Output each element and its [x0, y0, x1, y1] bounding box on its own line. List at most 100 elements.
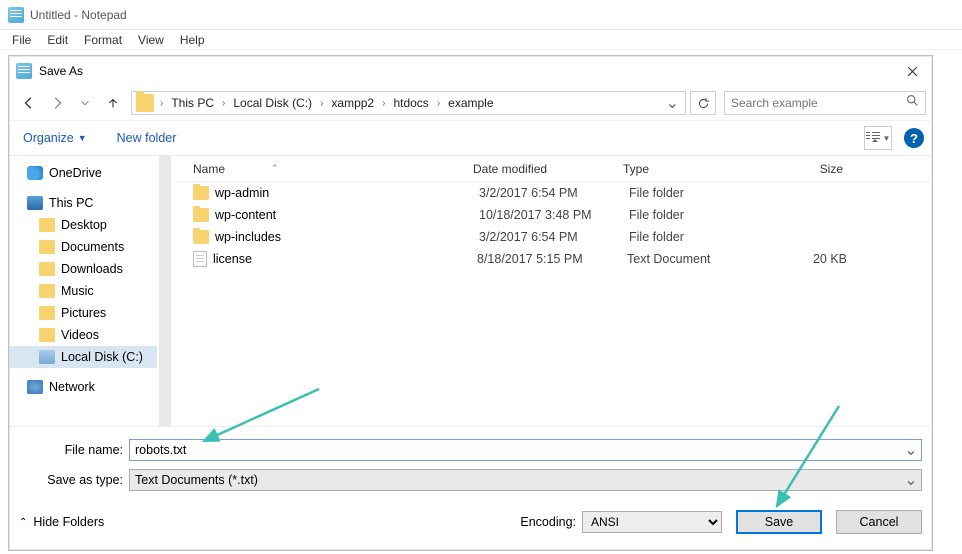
column-headers: Name⌃ Date modified Type Size	[173, 156, 932, 182]
col-name[interactable]: Name⌃	[173, 162, 473, 176]
close-button[interactable]	[892, 56, 932, 86]
file-row[interactable]: license8/18/2017 5:15 PMText Document20 …	[173, 248, 932, 270]
sort-asc-icon: ⌃	[271, 163, 279, 174]
file-name: wp-content	[215, 208, 479, 222]
sidebar-item-onedrive[interactable]: OneDrive	[9, 162, 157, 184]
file-date: 3/2/2017 6:54 PM	[479, 230, 629, 244]
breadcrumb-drive[interactable]: Local Disk (C:)	[227, 96, 318, 110]
notepad-icon	[8, 7, 24, 23]
savetype-field[interactable]: Text Documents (*.txt) ⌄	[129, 469, 922, 491]
tree-item-label: Documents	[61, 240, 124, 254]
file-type: File folder	[629, 186, 779, 200]
chevron-right-icon[interactable]: ›	[220, 98, 227, 109]
file-list: Name⌃ Date modified Type Size wp-admin3/…	[173, 156, 932, 426]
file-type: Text Document	[627, 252, 777, 266]
menu-format[interactable]: Format	[76, 31, 130, 49]
breadcrumb-example[interactable]: example	[442, 96, 499, 110]
encoding-select[interactable]: ANSI	[582, 511, 722, 533]
chevron-right-icon[interactable]: ›	[435, 98, 442, 109]
sidebar-item-network[interactable]: Network	[9, 376, 157, 398]
file-type: File folder	[629, 230, 779, 244]
savetype-label: Save as type:	[19, 473, 129, 487]
breadcrumb-htdocs[interactable]: htdocs	[387, 96, 434, 110]
file-name: license	[213, 252, 477, 266]
tree-item-icon	[27, 380, 43, 394]
file-name: wp-includes	[215, 230, 479, 244]
menu-file[interactable]: File	[4, 31, 39, 49]
dialog-icon	[16, 63, 32, 79]
chevron-right-icon[interactable]: ›	[380, 98, 387, 109]
chevron-right-icon[interactable]: ›	[158, 98, 165, 109]
nav-sidebar[interactable]: OneDrive This PC Desktop Documents Downloads…	[9, 156, 157, 426]
view-options-button[interactable]: ▼	[864, 126, 892, 150]
search-input[interactable]	[731, 96, 906, 110]
folder-icon	[136, 94, 154, 112]
chevron-down-icon: ▼	[883, 134, 891, 143]
filename-field-wrap[interactable]: ⌄	[129, 439, 922, 461]
filename-label: File name:	[19, 443, 129, 457]
notepad-title-bar: Untitled - Notepad	[0, 0, 962, 30]
notepad-menu-bar: File Edit Format View Help	[0, 30, 962, 50]
splitter[interactable]	[157, 156, 173, 426]
sidebar-item-documents[interactable]: Documents	[9, 236, 157, 258]
folder-icon	[193, 208, 209, 222]
file-row[interactable]: wp-admin3/2/2017 6:54 PMFile folder	[173, 182, 932, 204]
search-box[interactable]	[724, 91, 926, 115]
tree-item-icon	[27, 166, 43, 180]
help-button[interactable]: ?	[904, 128, 924, 148]
breadcrumb-xampp2[interactable]: xampp2	[325, 96, 380, 110]
tree-item-label: Local Disk (C:)	[61, 350, 143, 364]
recent-locations-button[interactable]	[71, 89, 99, 117]
menu-view[interactable]: View	[130, 31, 172, 49]
sidebar-item-pictures[interactable]: Pictures	[9, 302, 157, 324]
tree-item-label: Music	[61, 284, 94, 298]
chevron-down-icon[interactable]: ⌄	[901, 470, 921, 490]
sidebar-item-desktop[interactable]: Desktop	[9, 214, 157, 236]
new-folder-button[interactable]: New folder	[111, 127, 183, 149]
filename-row: File name: ⌄	[19, 437, 922, 463]
forward-button[interactable]	[43, 89, 71, 117]
col-date[interactable]: Date modified	[473, 162, 623, 176]
button-row: ⌃ Hide Folders Encoding: ANSI Save Cance…	[9, 497, 932, 547]
file-date: 10/18/2017 3:48 PM	[479, 208, 629, 222]
chevron-up-icon: ⌃	[19, 517, 27, 528]
refresh-icon	[697, 97, 710, 110]
back-button[interactable]	[15, 89, 43, 117]
dialog-title: Save As	[39, 64, 892, 78]
file-row[interactable]: wp-content10/18/2017 3:48 PMFile folder	[173, 204, 932, 226]
save-button[interactable]: Save	[736, 510, 822, 534]
menu-help[interactable]: Help	[172, 31, 213, 49]
filename-input[interactable]	[130, 440, 901, 460]
tree-item-icon	[39, 350, 55, 364]
tree-item-icon	[39, 328, 55, 342]
cancel-button[interactable]: Cancel	[836, 510, 922, 534]
up-button[interactable]	[99, 89, 127, 117]
refresh-button[interactable]	[690, 91, 716, 115]
sidebar-item-downloads[interactable]: Downloads	[9, 258, 157, 280]
col-type[interactable]: Type	[623, 162, 773, 176]
chevron-down-icon[interactable]: ⌄	[660, 93, 685, 113]
address-bar[interactable]: › This PC › Local Disk (C:) › xampp2 › h…	[131, 91, 686, 115]
col-size[interactable]: Size	[773, 162, 853, 176]
folder-icon	[193, 186, 209, 200]
sidebar-item-videos[interactable]: Videos	[9, 324, 157, 346]
sidebar-item-music[interactable]: Music	[9, 280, 157, 302]
chevron-down-icon: ▼	[78, 133, 87, 143]
tree-item-label: Pictures	[61, 306, 106, 320]
menu-edit[interactable]: Edit	[39, 31, 76, 49]
close-icon	[907, 66, 918, 77]
sidebar-item-this-pc[interactable]: This PC	[9, 192, 157, 214]
save-as-dialog: Save As › This PC › Local Disk (C:) › xa…	[8, 55, 933, 551]
organize-menu[interactable]: Organize ▼	[17, 127, 93, 149]
chevron-right-icon[interactable]: ›	[318, 98, 325, 109]
chevron-down-icon[interactable]: ⌄	[901, 440, 921, 460]
file-type: File folder	[629, 208, 779, 222]
sidebar-item-local-disk-c-[interactable]: Local Disk (C:)	[9, 346, 157, 368]
breadcrumb-thispc[interactable]: This PC	[165, 96, 220, 110]
tree-item-label: Desktop	[61, 218, 107, 232]
tree-item-label: This PC	[49, 196, 93, 210]
hide-folders-toggle[interactable]: ⌃ Hide Folders	[19, 515, 104, 529]
file-date: 8/18/2017 5:15 PM	[477, 252, 627, 266]
file-row[interactable]: wp-includes3/2/2017 6:54 PMFile folder	[173, 226, 932, 248]
folder-icon	[193, 230, 209, 244]
